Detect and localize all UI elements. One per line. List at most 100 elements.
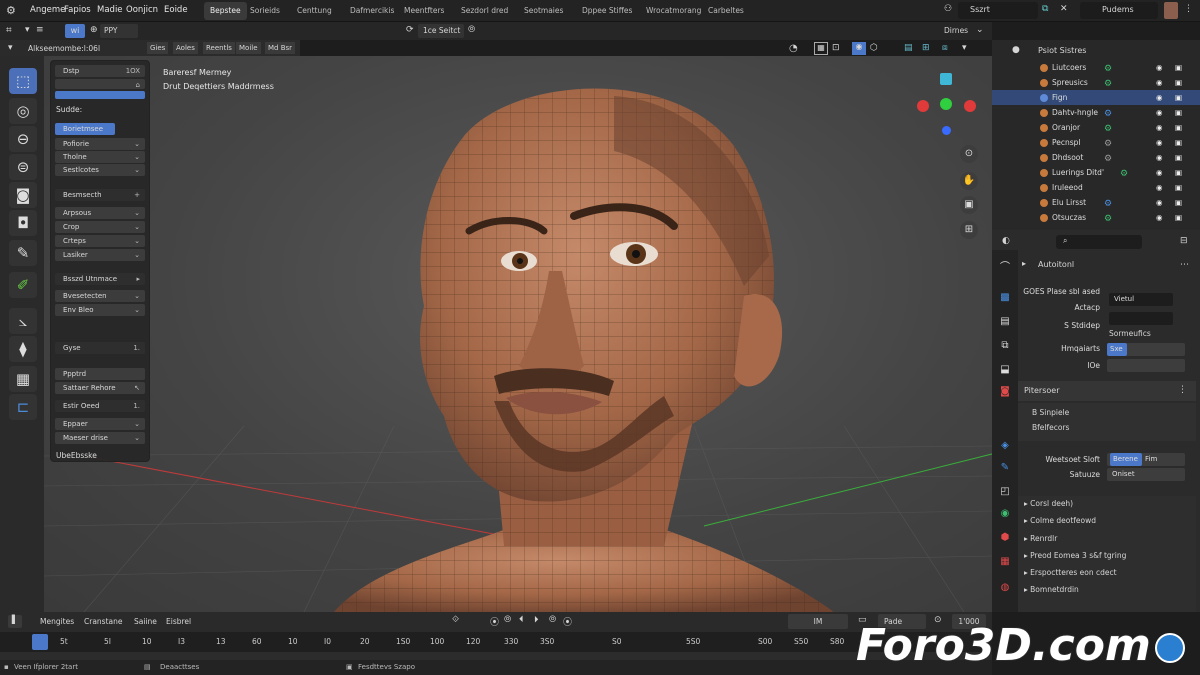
workspace-tab-6[interactable]: Sezdorl dred [455,2,514,20]
view-layer-selector[interactable]: Pudems [1080,2,1158,19]
eye-icon[interactable]: ◉ [1156,75,1163,90]
camera-icon[interactable]: ▣ [1175,150,1182,165]
camera-icon[interactable]: ▣ [1175,180,1182,195]
list-item[interactable]: ▸ Colme deotfeowd [1024,516,1096,525]
menu-file[interactable]: Angeme [30,5,65,15]
eye-icon[interactable]: ◉ [1156,90,1163,105]
eye-icon[interactable]: ◉ [1156,210,1163,225]
prev-key-icon[interactable]: ⦾ [504,615,511,625]
timeline-ruler[interactable]: 5t 5I 10 I3 13 60 10 I0 20 1S0 100 120 3… [0,632,992,652]
outliner-row[interactable]: Liutcoers ⚙ ◉ ▣ [992,60,1200,75]
dropdown-icon[interactable]: ▾ [25,25,30,35]
spin-tool-icon[interactable]: ⊏ [9,394,37,420]
eye-icon[interactable]: ◉ [1156,60,1163,75]
f3-field[interactable] [1109,312,1173,325]
scene-icon[interactable]: ⚇ [944,4,952,14]
camera-icon[interactable]: ▣ [1175,60,1182,75]
scene-copy-icon[interactable]: ⧉ [1042,4,1048,14]
render-shading-icon[interactable]: ▤ [904,43,913,53]
gizmo-y[interactable] [940,98,952,110]
pin-icon[interactable]: ⊟ [1180,236,1188,246]
play-icon[interactable]: ⏵ [534,615,539,625]
group1-item-3[interactable]: Tholne ⌄ [55,151,145,163]
outliner-row[interactable]: Otsuczas ⚙ ◉ ▣ [992,210,1200,225]
properties-options-icon[interactable]: ⋯ [1180,260,1189,270]
outliner-row[interactable]: Dahtv-hngle ⚙ ◉ ▣ [992,105,1200,120]
outliner-row[interactable]: Iruleeod ◉ ▣ [992,180,1200,195]
cursor-tool-icon[interactable]: ◎ [9,98,37,124]
menu-more-icon[interactable]: ⋮ [1184,4,1193,14]
paint-tool-icon[interactable]: ✐ [9,272,37,298]
scale-tool-icon[interactable]: ◙ [9,182,37,208]
eye-icon[interactable]: ◉ [1156,105,1163,120]
particles-tab-icon[interactable]: ◰ [997,484,1013,500]
properties-type-icon[interactable]: ◐ [1002,236,1010,246]
collapse-icon[interactable]: ▸ [1022,259,1026,268]
shading-dropdown-icon[interactable]: ▾ [962,43,967,53]
next-key-icon[interactable]: ⦾ [549,615,556,625]
group2-item-3[interactable]: Crteps ⌄ [55,235,145,247]
render-tab-icon[interactable]: ▩ [997,290,1013,306]
material-shading-icon[interactable]: ⬡ [870,43,878,53]
menu-window[interactable]: Oonjicn [126,5,158,15]
header-tab-1[interactable]: Gies [147,42,169,54]
workspace-tab-8[interactable]: Dppee Stiffes [576,2,638,20]
transform-icon[interactable]: ⟳ [406,25,414,35]
shading-options-icon[interactable]: ⧈ [942,43,948,53]
section2-header[interactable]: Besmsecth + [55,189,145,201]
f7-field[interactable]: Oniset [1107,468,1185,481]
active-slider[interactable] [55,91,145,99]
workspace-tab-3[interactable]: Centtung [291,2,338,20]
workspace-tab-4[interactable]: Dafmercikis [344,2,400,20]
timeline-scroll[interactable] [0,652,992,660]
perspective-grid-icon[interactable]: ⊞ [960,221,978,239]
header-tab-3[interactable]: Reentls [203,42,235,54]
menu-edit[interactable]: Fapios [64,5,91,15]
editor-type-icon[interactable]: ▌ [8,615,22,628]
group2-item-2[interactable]: Crop ⌄ [55,221,145,233]
material-tab-icon[interactable]: ◍ [997,580,1013,596]
world-tab-icon[interactable]: ◙ [997,384,1013,400]
section2-header[interactable]: Pitersoer ⋮ [1018,381,1196,401]
playhead-indicator[interactable] [32,634,48,650]
group2-item-1[interactable]: Arpsous ⌄ [55,207,145,219]
group5-item-2[interactable]: Maeser drise ⌄ [55,432,145,444]
modifier-tab-icon[interactable]: ✎ [997,460,1013,476]
timeline-tab-3[interactable]: Saiine [134,617,157,626]
eye-icon[interactable]: ◉ [1156,180,1163,195]
outliner-row[interactable]: Spreusics ⚙ ◉ ▣ [992,75,1200,90]
timeline-tab-2[interactable]: Cranstane [84,617,122,626]
physics-tab-icon[interactable]: ◉ [997,506,1013,522]
workspace-tab-2[interactable]: Sorieids [244,2,286,20]
eye-icon[interactable]: ◉ [1156,135,1163,150]
gizmo-z-bottom[interactable] [942,126,951,135]
list-item[interactable]: ▸ Preod Eomea 3 s&f tgring [1024,551,1126,560]
workspace-tab-9[interactable]: Wrocatmorang [640,2,707,20]
header-tab-5[interactable]: Md Bsr [265,42,296,54]
keyframe-icon[interactable]: ⟐ [452,615,459,625]
user-avatar[interactable] [1164,2,1178,19]
view-layer-icon[interactable]: ✕ [1060,4,1068,14]
list-item[interactable]: ▸ Corsl deeh) [1024,499,1073,508]
camera-icon[interactable]: ▣ [1175,120,1182,135]
gizmo-x-left[interactable] [917,100,929,112]
header-tab-4[interactable]: Moile [236,42,261,54]
timeline-tab-1[interactable]: Mengites [40,617,74,626]
3d-viewport[interactable]: Bareresf Mermey Drut Deqettiers Maddrmes… [44,56,992,612]
group1-item-4[interactable]: Sestlcotes ⌄ [55,164,145,176]
workspace-tab-10[interactable]: Carbeltes [702,2,750,20]
view-button[interactable]: wi [65,24,85,38]
select-dropdown[interactable]: 1ce Seitct [418,24,464,38]
app-logo-icon[interactable]: ⚙ [6,4,16,17]
section2-options-icon[interactable]: ⋮ [1178,385,1187,395]
header-tab-2[interactable]: Aoles [173,42,198,54]
camera-icon[interactable]: ▣ [1175,105,1182,120]
constraints-tab-icon[interactable]: ⬢ [997,530,1013,546]
wireframe-icon[interactable]: ▦ [814,42,828,55]
ppp-dropdown[interactable]: PPY [100,24,138,38]
editor-type-icon[interactable]: ⌗ [6,25,12,36]
camera-icon[interactable]: ▣ [1175,210,1182,225]
timeline-tab-4[interactable]: Eisbrel [166,617,191,626]
list-item[interactable]: ▸ Bomnetdrdin [1024,585,1079,594]
extra-field[interactable]: Estir Oeed 1. [55,400,145,412]
